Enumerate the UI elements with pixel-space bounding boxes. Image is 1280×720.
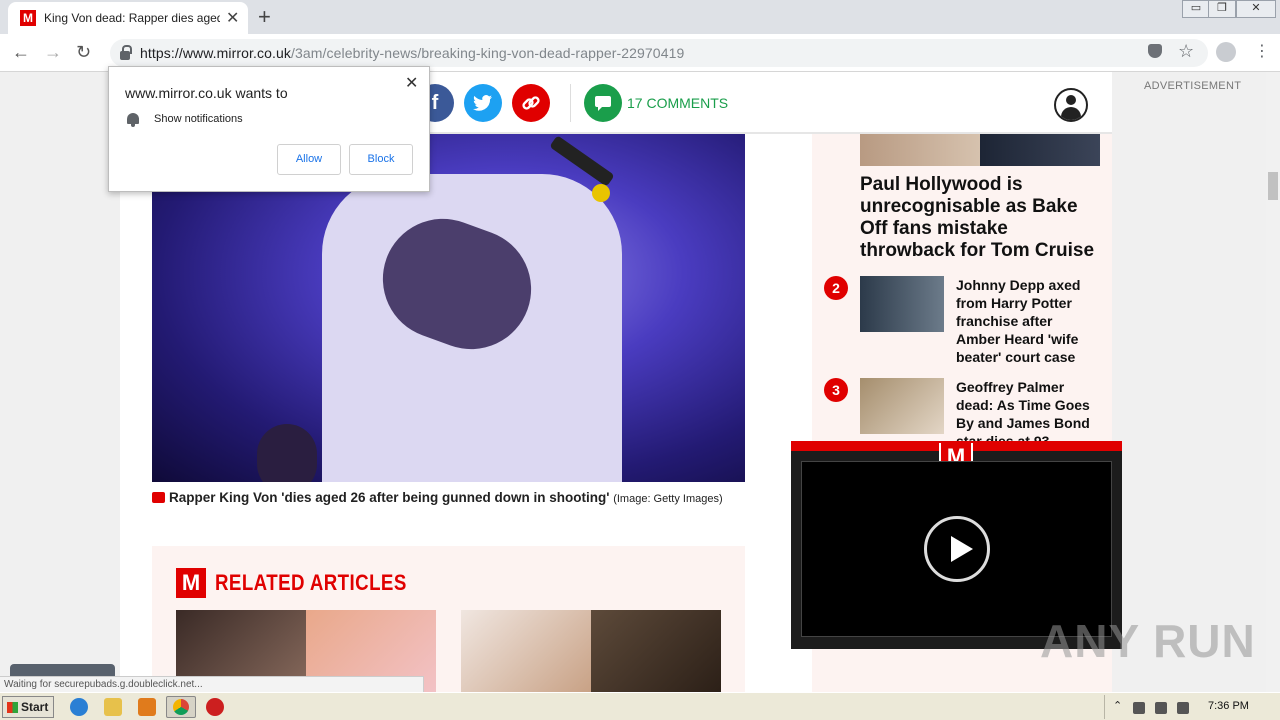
hero-microphone-tip — [592, 184, 610, 202]
sidebar-headline[interactable]: Paul Hollywood is unrecognisable as Bake… — [860, 174, 1100, 262]
anyrun-watermark: ANY RUN — [1040, 615, 1256, 667]
mirror-logo-icon: M — [176, 568, 206, 598]
start-button[interactable]: Start — [2, 696, 54, 718]
network-icon[interactable] — [1155, 702, 1167, 714]
minimize-window-button[interactable]: ▭ — [1182, 0, 1210, 18]
caption-text: Rapper King Von 'dies aged 26 after bein… — [169, 490, 610, 505]
status-bubble: Waiting for securepubads.g.doubleclick.n… — [0, 676, 424, 692]
internet-explorer-icon[interactable] — [70, 698, 88, 716]
chrome-icon — [173, 699, 189, 715]
lock-icon[interactable] — [120, 44, 132, 60]
bookmark-star-icon[interactable]: ☆ — [1178, 41, 1194, 62]
related-thumbnail[interactable] — [461, 610, 591, 692]
forward-button[interactable]: → — [44, 42, 62, 63]
url-host: https://www.mirror.co.uk — [140, 45, 291, 61]
share-divider — [570, 84, 571, 122]
restore-window-button[interactable]: ❐ — [1208, 0, 1236, 18]
shield-extension-icon[interactable] — [1148, 44, 1162, 58]
back-button[interactable]: ← — [12, 42, 30, 63]
sidebar-thumbnail[interactable] — [860, 378, 944, 434]
taskbar-clock: 7:36 PM — [1208, 700, 1249, 712]
tab-title: King Von dead: Rapper dies aged 26 — [44, 11, 220, 25]
url-text: https://www.mirror.co.uk/3am/celebrity-n… — [140, 45, 684, 61]
notification-permission-popup: www.mirror.co.uk wants to ✕ Show notific… — [108, 66, 430, 192]
sidebar-top-image[interactable] — [980, 134, 1100, 166]
action-center-icon[interactable] — [1177, 702, 1189, 714]
reload-button[interactable]: ↻ — [76, 42, 91, 63]
tab-close-icon[interactable]: ✕ — [226, 8, 239, 28]
page-scrollbar[interactable] — [1266, 72, 1280, 692]
tray-expand-icon[interactable]: ⌃ — [1113, 699, 1125, 712]
address-bar[interactable]: https://www.mirror.co.uk/3am/celebrity-n… — [110, 39, 1208, 67]
camera-icon — [152, 492, 165, 503]
twitter-share-icon[interactable] — [464, 84, 502, 122]
video-screen[interactable] — [801, 461, 1112, 637]
sidebar-top-image[interactable] — [860, 134, 980, 166]
link-chain-icon — [522, 96, 540, 110]
media-player-icon[interactable] — [138, 698, 156, 716]
system-tray: ⌃ — [1104, 695, 1278, 719]
chrome-task-button[interactable] — [166, 696, 196, 718]
windows-taskbar: Start ⌃ 7:36 PM — [0, 692, 1280, 720]
twitter-bird-icon — [473, 95, 492, 111]
permission-text: Show notifications — [154, 113, 243, 125]
copy-link-icon[interactable] — [512, 84, 550, 122]
related-articles-title: RELATED ARTICLES — [215, 570, 407, 595]
browser-menu-icon[interactable]: ⋮ — [1254, 42, 1270, 62]
comments-link[interactable]: 17 COMMENTS — [627, 95, 728, 111]
advertisement-label: ADVERTISEMENT — [1144, 80, 1242, 92]
mirror-favicon-icon: M — [20, 10, 36, 26]
block-button[interactable]: Block — [349, 144, 413, 175]
new-tab-button[interactable]: + — [258, 4, 271, 30]
windows-logo-icon — [7, 702, 18, 713]
profile-avatar-icon[interactable] — [1216, 42, 1236, 62]
sidebar-thumbnail[interactable] — [860, 276, 944, 332]
related-articles-section: M RELATED ARTICLES — [152, 546, 745, 692]
volume-icon[interactable] — [1133, 702, 1145, 714]
hero-background-person — [257, 424, 317, 482]
explorer-folder-icon[interactable] — [104, 698, 122, 716]
allow-button[interactable]: Allow — [277, 144, 341, 175]
permission-title: www.mirror.co.uk wants to — [125, 85, 288, 101]
image-caption: Rapper King Von 'dies aged 26 after bein… — [152, 486, 745, 511]
sidebar-item-text[interactable]: Geoffrey Palmer dead: As Time Goes By an… — [956, 378, 1096, 450]
bell-icon — [127, 113, 139, 127]
account-icon[interactable] — [1054, 88, 1088, 122]
play-button-icon[interactable] — [924, 516, 990, 582]
browser-tab[interactable]: M King Von dead: Rapper dies aged 26 ✕ — [8, 2, 248, 34]
close-window-button[interactable]: ✕ — [1236, 0, 1276, 18]
browser-tab-bar: M King Von dead: Rapper dies aged 26 ✕ +… — [0, 0, 1280, 34]
scrollbar-thumb[interactable] — [1268, 172, 1278, 200]
sidebar-item-text[interactable]: Johnny Depp axed from Harry Potter franc… — [956, 276, 1096, 366]
caption-credit: (Image: Getty Images) — [613, 493, 723, 505]
opera-icon[interactable] — [206, 698, 224, 716]
comments-icon[interactable] — [584, 84, 622, 122]
popup-close-icon[interactable]: ✕ — [405, 73, 418, 93]
related-thumbnail[interactable] — [591, 610, 721, 692]
url-path: /3am/celebrity-news/breaking-king-von-de… — [291, 45, 685, 61]
start-label: Start — [21, 700, 49, 714]
rank-badge: 2 — [824, 276, 848, 300]
rank-badge: 3 — [824, 378, 848, 402]
